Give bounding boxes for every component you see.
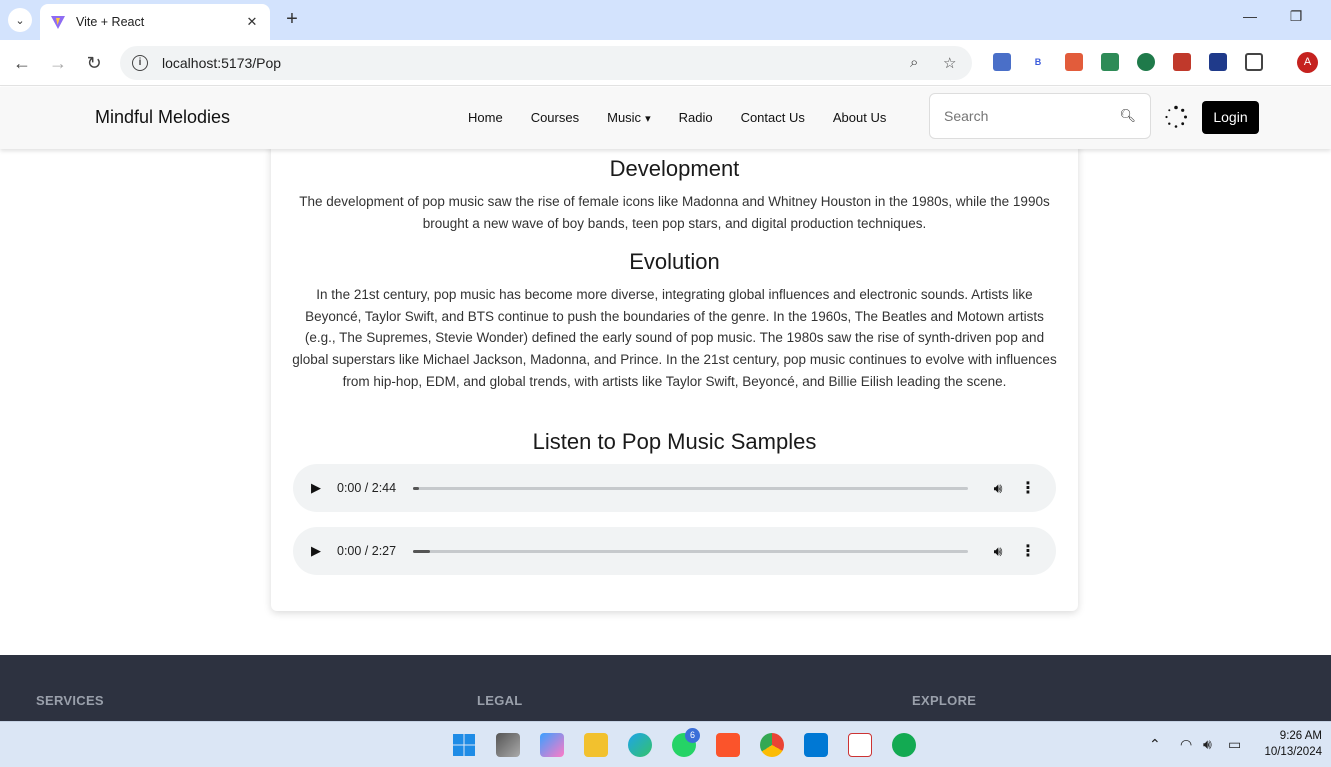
- extension-pin-icon[interactable]: [1137, 53, 1155, 71]
- task-view-icon[interactable]: [496, 733, 520, 757]
- extension-screen-icon[interactable]: [993, 53, 1011, 71]
- system-clock[interactable]: 9:26 AM 10/13/2024: [1258, 728, 1322, 760]
- nav-about[interactable]: About Us: [833, 110, 886, 125]
- extension-grid-icon[interactable]: [1173, 53, 1191, 71]
- forward-icon[interactable]: →: [47, 52, 69, 74]
- nav-music[interactable]: Music ▾: [607, 110, 650, 125]
- vite-logo-icon: [51, 16, 65, 29]
- browser-toolbar: ← → ↻ i localhost:5173/Pop ⌕ ☆ B A: [0, 40, 1331, 86]
- more-options-icon[interactable]: ⋮: [1018, 478, 1038, 498]
- site-info-icon[interactable]: i: [132, 55, 148, 71]
- development-text: The development of pop music saw the ris…: [299, 194, 1050, 231]
- volume-icon[interactable]: 🔊︎: [988, 543, 1008, 560]
- mongodb-compass-icon[interactable]: [892, 733, 916, 757]
- windows-taskbar: 6 ⌃ ◠ 🔊︎ ▭ 9:26 AM 10/13/2024: [0, 721, 1331, 767]
- profile-avatar[interactable]: A: [1297, 52, 1318, 73]
- play-icon[interactable]: ▶: [311, 480, 329, 496]
- zoom-icon[interactable]: ⌕: [910, 54, 918, 71]
- evolution-text: In the 21st century, pop music has becom…: [292, 287, 1057, 389]
- browser-tabstrip: ⌄ Vite + React ✕ + — ❐: [0, 0, 1331, 40]
- extension-cloud-icon[interactable]: [1209, 53, 1227, 71]
- tab-close-icon[interactable]: ✕: [244, 14, 260, 30]
- clock-time: 9:26 AM: [1279, 730, 1322, 742]
- tab-title: Vite + React: [76, 15, 145, 29]
- audio-time: 0:00 / 2:27: [337, 544, 397, 558]
- tray-overflow-icon[interactable]: ⌃: [1149, 736, 1161, 753]
- audio-player: ▶ 0:00 / 2:27 🔊︎ ⋮: [293, 527, 1056, 575]
- search-input[interactable]: [944, 108, 1114, 124]
- reload-icon[interactable]: ↻: [83, 52, 105, 74]
- new-tab-button[interactable]: +: [282, 9, 302, 29]
- audio-progress-track[interactable]: [413, 549, 968, 553]
- extension-b-icon[interactable]: B: [1029, 53, 1047, 71]
- vscode-icon[interactable]: [804, 733, 828, 757]
- browser-tab-active[interactable]: Vite + React ✕: [40, 4, 270, 40]
- nav-home[interactable]: Home: [468, 110, 503, 125]
- pop-music-card: Development The development of pop music…: [271, 110, 1078, 611]
- more-options-icon[interactable]: ⋮: [1018, 541, 1038, 561]
- battery-icon[interactable]: ▭: [1228, 736, 1241, 753]
- site-navbar: Mindful Melodies Home Courses Music ▾ Rad…: [0, 87, 1331, 149]
- site-footer: SERVICES LEGAL EXPLORE: [0, 655, 1331, 721]
- loading-spinner-icon[interactable]: [1164, 105, 1188, 129]
- audio-buffer-fill: [413, 486, 419, 490]
- nav-links: Home Courses Music ▾ Radio Contact Us Abo…: [468, 110, 914, 125]
- url-text[interactable]: localhost:5173/Pop: [162, 55, 281, 71]
- whatsapp-badge: 6: [685, 728, 700, 743]
- audio-progress-track[interactable]: [413, 486, 968, 490]
- extension-checklist-icon[interactable]: [1101, 53, 1119, 71]
- copilot-icon[interactable]: [540, 733, 564, 757]
- speaker-icon[interactable]: 🔊︎: [1203, 736, 1212, 753]
- tab-search-button[interactable]: ⌄: [8, 8, 32, 32]
- nav-courses[interactable]: Courses: [531, 110, 579, 125]
- extension-megaphone-icon[interactable]: [1065, 53, 1083, 71]
- snipping-tool-icon[interactable]: [848, 733, 872, 757]
- audio-buffer-fill: [413, 549, 430, 553]
- windows-start-icon[interactable]: [452, 733, 476, 757]
- audio-player: ▶ 0:00 / 2:44 🔊︎ ⋮: [293, 464, 1056, 512]
- chrome-icon[interactable]: [760, 733, 784, 757]
- address-bar[interactable]: i localhost:5173/Pop ⌕ ☆: [120, 46, 972, 80]
- nav-contact[interactable]: Contact Us: [741, 110, 805, 125]
- wifi-icon[interactable]: ◠: [1180, 736, 1192, 753]
- development-heading: Development: [609, 156, 740, 181]
- audio-time: 0:00 / 2:44: [337, 481, 397, 495]
- nav-music-label: Music: [607, 110, 642, 125]
- search-box: 🔍︎: [929, 93, 1151, 139]
- edge-icon[interactable]: [628, 733, 652, 757]
- evolution-heading: Evolution: [629, 249, 720, 274]
- search-icon[interactable]: 🔍︎: [1119, 108, 1136, 124]
- login-button[interactable]: Login: [1202, 101, 1259, 134]
- site-brand[interactable]: Mindful Melodies: [95, 107, 230, 128]
- footer-explore-heading: EXPLORE: [912, 693, 977, 708]
- nav-radio[interactable]: Radio: [679, 110, 713, 125]
- clock-date: 10/13/2024: [1264, 746, 1322, 758]
- volume-icon[interactable]: 🔊︎: [988, 480, 1008, 497]
- minimize-button[interactable]: —: [1238, 8, 1262, 24]
- back-icon[interactable]: ←: [11, 52, 33, 74]
- restore-button[interactable]: ❐: [1284, 8, 1308, 25]
- footer-services-heading: SERVICES: [36, 693, 104, 708]
- brave-icon[interactable]: [716, 733, 740, 757]
- footer-legal-heading: LEGAL: [477, 693, 523, 708]
- samples-heading: Listen to Pop Music Samples: [532, 429, 817, 454]
- play-icon[interactable]: ▶: [311, 543, 329, 559]
- bookmark-star-icon[interactable]: ☆: [943, 54, 956, 72]
- chevron-down-icon: ▾: [645, 113, 651, 125]
- file-explorer-icon[interactable]: [584, 733, 608, 757]
- extensions-puzzle-icon[interactable]: [1245, 53, 1263, 71]
